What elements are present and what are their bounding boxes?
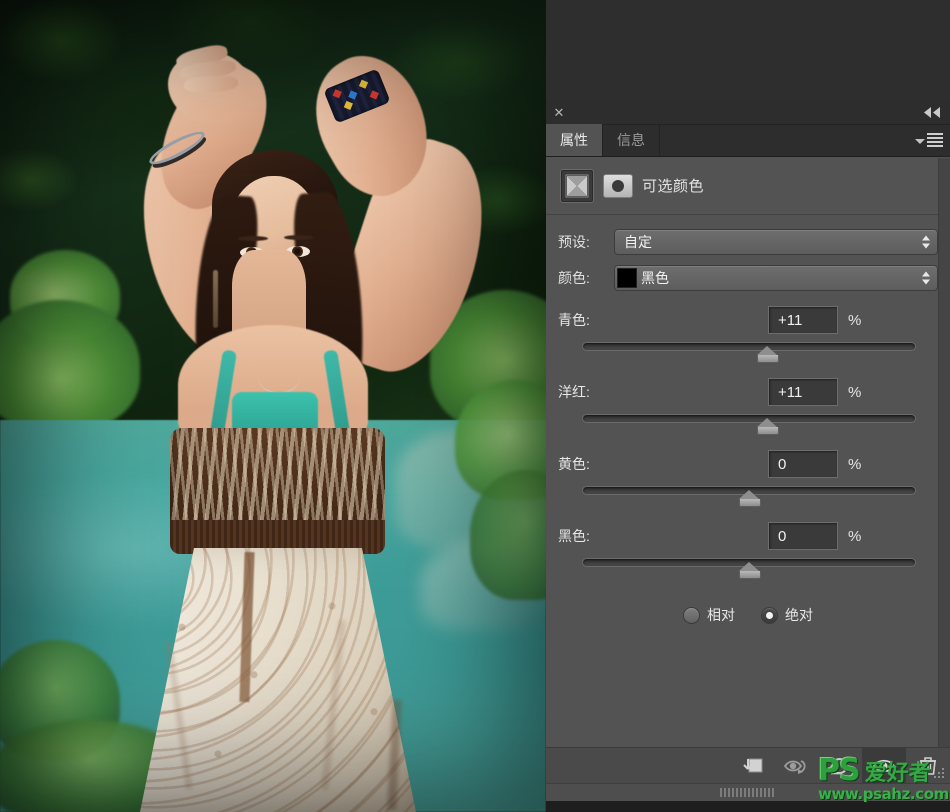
- bead-yellow-2: [343, 100, 353, 110]
- tab-info[interactable]: 信息: [603, 124, 660, 156]
- close-icon[interactable]: ✕: [546, 100, 572, 125]
- panel-menu-icon[interactable]: [915, 133, 943, 149]
- black-slider-thumb[interactable]: [739, 562, 761, 579]
- chevron-down-icon: [915, 138, 925, 144]
- radio-relative[interactable]: 相对: [683, 605, 735, 625]
- adjustment-header: 可选颜色: [546, 157, 950, 215]
- eyebrow-left: [238, 236, 268, 241]
- yellow-label: 黄色:: [558, 456, 590, 472]
- watermark-cn-text: 爱好者: [864, 760, 931, 785]
- preset-label: 预设:: [558, 234, 590, 250]
- magenta-unit: %: [848, 383, 862, 401]
- black-track-wrap[interactable]: [558, 555, 938, 579]
- radio-absolute[interactable]: 绝对: [761, 605, 813, 625]
- selective-color-adjustment-icon[interactable]: [560, 168, 594, 203]
- tab-properties[interactable]: 属性: [546, 124, 603, 156]
- watermark-ps-text: PS: [818, 753, 861, 788]
- stepper-arrows-icon: [922, 271, 930, 285]
- site-watermark: PS 爱好者 www.psahz.com: [818, 756, 949, 808]
- black-unit: %: [848, 527, 862, 545]
- necklace: [258, 360, 300, 394]
- magenta-track[interactable]: [582, 414, 916, 423]
- cyan-track-wrap[interactable]: [558, 339, 938, 363]
- black-label: 黑色:: [558, 528, 590, 544]
- magenta-slider-thumb[interactable]: [757, 418, 780, 435]
- magenta-slider-group: 洋红: +11 %: [558, 377, 938, 435]
- black-value-field[interactable]: 0: [768, 522, 838, 550]
- clip-to-layer-button[interactable]: [730, 748, 774, 784]
- stepper-arrows-icon: [922, 235, 930, 249]
- panel-titlebar: ✕: [546, 100, 950, 125]
- method-radio-group: 相对 绝对: [558, 605, 938, 625]
- radio-absolute-control[interactable]: [761, 606, 778, 624]
- panel-body: 预设: 自定 颜色: 黑色 青色: +11 % 洋红: +11 % 黄色: 0 …: [546, 215, 950, 625]
- magenta-slider-head: 洋红: +11 %: [558, 377, 938, 407]
- screenshot-root: ✕ 属性 信息 可选颜色 预设: 自定 颜色: 黑色 青色: +11 % 洋红:…: [0, 0, 950, 812]
- black-slider-head: 黑色: 0 %: [558, 521, 938, 551]
- watermark-logo-row: PS 爱好者: [818, 756, 944, 786]
- color-swatch: [617, 268, 637, 288]
- layer-mask-thumbnail-icon[interactable]: [603, 173, 633, 198]
- double-chevron-left-icon[interactable]: [922, 105, 942, 119]
- watermark-url: www.psahz.com: [818, 785, 949, 803]
- yellow-value-field[interactable]: 0: [768, 450, 838, 478]
- cyan-track[interactable]: [582, 342, 916, 351]
- magenta-value-field[interactable]: +11: [768, 378, 838, 406]
- drag-grip-icon[interactable]: [720, 788, 776, 797]
- panel-scrollbar[interactable]: [938, 158, 950, 747]
- color-label: 颜色:: [558, 270, 590, 286]
- hamburger-icon: [927, 133, 943, 149]
- preset-select[interactable]: 自定: [614, 229, 938, 255]
- magenta-label: 洋红:: [558, 384, 590, 400]
- color-value: 黑色: [641, 270, 669, 286]
- radio-absolute-label: 绝对: [785, 607, 813, 623]
- properties-panel: ✕ 属性 信息 可选颜色 预设: 自定 颜色: 黑色 青色: +11 % 洋红:…: [546, 100, 950, 812]
- mask-dot-icon: [612, 179, 624, 192]
- black-slider-group: 黑色: 0 %: [558, 521, 938, 579]
- yellow-track-wrap[interactable]: [558, 483, 938, 507]
- cyan-slider-thumb[interactable]: [757, 346, 780, 363]
- bead-blue: [348, 90, 358, 100]
- bead-red-2: [369, 90, 379, 100]
- cyan-unit: %: [848, 311, 862, 329]
- radio-relative-label: 相对: [707, 607, 735, 623]
- magenta-track-wrap[interactable]: [558, 411, 938, 435]
- panel-tabbar: 属性 信息: [546, 124, 950, 157]
- yellow-slider-head: 黄色: 0 %: [558, 449, 938, 479]
- cyan-slider-group: 青色: +11 %: [558, 305, 938, 363]
- bead-red: [332, 89, 342, 99]
- image-canvas[interactable]: [0, 0, 546, 812]
- cyan-value-field[interactable]: +11: [768, 306, 838, 334]
- woman-figure: [0, 0, 546, 812]
- preset-value: 自定: [624, 234, 652, 250]
- bead-yellow: [358, 79, 369, 89]
- adjustment-title: 可选颜色: [642, 178, 705, 195]
- photograph: [0, 0, 546, 812]
- eyebrow-right: [284, 235, 314, 240]
- yellow-slider-group: 黄色: 0 %: [558, 449, 938, 507]
- earring: [213, 270, 218, 328]
- panel-top-empty-area: [546, 0, 950, 100]
- preset-row: 预设: 自定: [558, 229, 938, 255]
- preview-previous-button[interactable]: [774, 748, 818, 784]
- color-select[interactable]: 黑色: [614, 265, 938, 291]
- tab-properties-label: 属性: [560, 132, 588, 148]
- cyan-label: 青色:: [558, 312, 590, 328]
- color-row: 颜色: 黑色: [558, 265, 938, 291]
- radio-relative-control[interactable]: [683, 606, 700, 624]
- tab-info-label: 信息: [617, 132, 645, 148]
- yellow-slider-thumb[interactable]: [739, 490, 761, 507]
- yellow-unit: %: [848, 455, 862, 473]
- cyan-slider-head: 青色: +11 %: [558, 305, 938, 335]
